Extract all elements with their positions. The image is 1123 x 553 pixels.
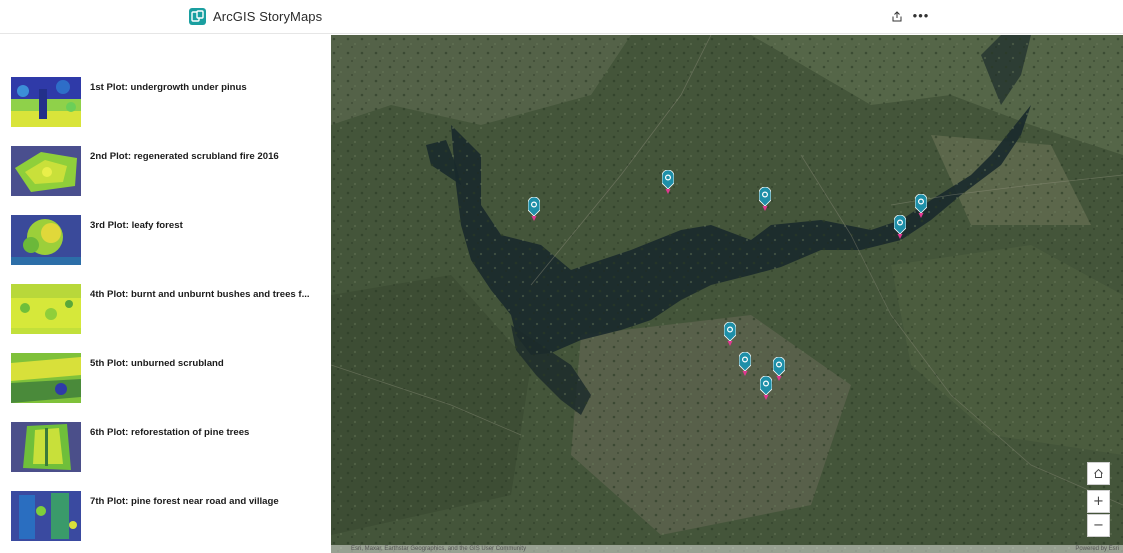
plot-7-label: 7th Plot: pine forest near road and vill… xyxy=(90,496,279,507)
plot-1-label: 1st Plot: undergrowth under pinus xyxy=(90,82,247,93)
plot-item-4[interactable]: 4th Plot: burnt and unburnt bushes and t… xyxy=(11,284,321,334)
storymaps-logo-icon xyxy=(189,7,206,25)
plot-5-label: 5th Plot: unburned scrubland xyxy=(90,358,224,369)
plot-6-label: 6th Plot: reforestation of pine trees xyxy=(90,427,250,438)
map-home-button[interactable] xyxy=(1087,462,1110,485)
plot-list: 1st Plot: undergrowth under pinus 2nd Pl… xyxy=(0,35,331,553)
map-pin[interactable] xyxy=(759,187,771,211)
map-pin[interactable] xyxy=(662,170,674,194)
plot-2-thumbnail xyxy=(11,146,81,196)
plot-6-thumbnail xyxy=(11,422,81,472)
map-pin[interactable] xyxy=(894,215,906,239)
plus-icon: + xyxy=(1093,494,1104,509)
plot-item-7[interactable]: 7th Plot: pine forest near road and vill… xyxy=(11,491,321,541)
map-pin[interactable] xyxy=(739,352,751,376)
home-icon xyxy=(1094,468,1103,478)
map-pin[interactable] xyxy=(528,197,540,221)
minus-icon: − xyxy=(1093,518,1104,533)
brand-name: ArcGIS StoryMaps xyxy=(213,8,323,24)
map-pin[interactable] xyxy=(724,322,736,346)
plot-5-thumbnail xyxy=(11,353,81,403)
zoom-out-button[interactable]: − xyxy=(1087,514,1110,537)
map-pin[interactable] xyxy=(773,357,785,381)
plot-item-3[interactable]: 3rd Plot: leafy forest xyxy=(11,215,321,265)
app-header: ArcGIS StoryMaps ••• xyxy=(0,0,1123,34)
zoom-in-button[interactable]: + xyxy=(1087,490,1110,513)
map-pin[interactable] xyxy=(760,376,772,400)
map-pin[interactable] xyxy=(915,194,927,218)
plot-item-2[interactable]: 2nd Plot: regenerated scrubland fire 201… xyxy=(11,146,321,196)
plot-4-thumbnail xyxy=(11,284,81,334)
share-icon xyxy=(892,10,902,21)
plot-4-label: 4th Plot: burnt and unburnt bushes and t… xyxy=(90,289,310,300)
plot-1-thumbnail xyxy=(11,77,81,127)
powered-by-esri[interactable]: Powered by Esri xyxy=(1075,545,1119,553)
plot-7-thumbnail xyxy=(11,491,81,541)
attribution-text[interactable]: Esri, Maxar, Earthstar Geographics, and … xyxy=(351,546,526,552)
plot-3-label: 3rd Plot: leafy forest xyxy=(90,220,183,231)
share-button[interactable] xyxy=(889,8,905,24)
plot-item-5[interactable]: 5th Plot: unburned scrubland xyxy=(11,353,321,403)
more-options-button[interactable]: ••• xyxy=(912,8,930,24)
plot-item-1[interactable]: 1st Plot: undergrowth under pinus xyxy=(11,77,321,127)
more-options-icon: ••• xyxy=(912,8,930,23)
brand[interactable]: ArcGIS StoryMaps xyxy=(189,6,322,26)
plot-3-thumbnail xyxy=(11,215,81,265)
plot-2-label: 2nd Plot: regenerated scrubland fire 201… xyxy=(90,151,279,162)
satellite-map[interactable]: + − Esri, Maxar, Earthstar Geographics, … xyxy=(331,35,1123,553)
map-attribution: Esri, Maxar, Earthstar Geographics, and … xyxy=(331,545,1123,553)
plot-item-6[interactable]: 6th Plot: reforestation of pine trees xyxy=(11,422,321,472)
satellite-imagery xyxy=(331,35,1123,553)
